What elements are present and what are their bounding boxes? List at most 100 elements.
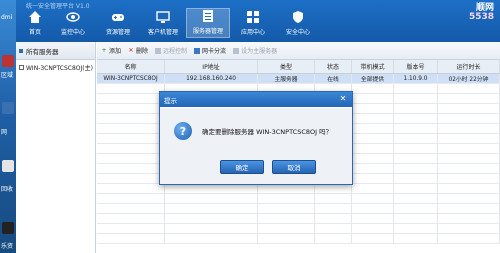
brand-logo: 顺网 5538: [469, 4, 494, 22]
dialog-body: ? 确定要删除服务器 WIN-3CNPTCSC8OJ 吗？ 确定 取消: [160, 108, 352, 184]
col-mode[interactable]: 带机模式: [352, 60, 394, 73]
empty-cell: [394, 124, 438, 133]
desktop-app-icon[interactable]: [2, 55, 14, 67]
empty-cell: [438, 114, 500, 123]
empty-cell: [394, 234, 438, 243]
nav-home[interactable]: 首页: [20, 8, 50, 38]
empty-cell: [165, 214, 258, 223]
empty-cell: [394, 104, 438, 113]
empty-cell: [352, 194, 394, 203]
nav-resources[interactable]: 资源管理: [96, 8, 140, 38]
eye-icon: [66, 12, 80, 22]
server-node-icon: [19, 64, 24, 70]
nav-security-label: 安全中心: [285, 29, 310, 36]
tree-node-server[interactable]: WIN-3CNPTCSC8OJ(主): [16, 60, 95, 74]
delete-button[interactable]: ✕ 删除: [128, 46, 149, 55]
empty-cell: [315, 214, 352, 223]
empty-cell: [438, 154, 500, 163]
cell-uptime: 02小时 22分钟: [438, 74, 500, 83]
empty-cell: [165, 224, 258, 233]
empty-cell: [352, 124, 394, 133]
empty-cell: [258, 234, 315, 243]
empty-cell: [165, 204, 258, 213]
grid-icon: [247, 11, 259, 23]
empty-cell: [394, 204, 438, 213]
col-type[interactable]: 类型: [258, 60, 315, 73]
remote-control-button[interactable]: 远程控制: [155, 46, 187, 55]
nav-monitor[interactable]: 监控中心: [51, 8, 95, 38]
tree-root[interactable]: 所有服务器: [16, 42, 95, 60]
empty-cell: [97, 204, 165, 213]
nav-servers[interactable]: 服务器管理: [186, 8, 230, 38]
gamepad-icon: [112, 14, 124, 21]
toolbar: + 添加 ✕ 删除 远程控制 网卡分流 设为主服务器: [97, 42, 500, 60]
plus-icon: +: [101, 46, 107, 54]
desktop-network-icon[interactable]: [2, 102, 14, 114]
empty-cell: [97, 164, 165, 173]
empty-cell: [394, 194, 438, 203]
desktop-app2-icon[interactable]: [2, 222, 14, 234]
empty-cell: [438, 104, 500, 113]
empty-cell: [438, 174, 500, 183]
empty-cell: [438, 124, 500, 133]
question-icon: ?: [174, 122, 192, 140]
empty-row: [97, 224, 500, 234]
empty-cell: [97, 124, 165, 133]
col-status[interactable]: 状态: [315, 60, 352, 73]
empty-cell: [97, 144, 165, 153]
server-tree: 所有服务器 WIN-3CNPTCSC8OJ(主): [16, 42, 96, 253]
empty-cell: [352, 234, 394, 243]
empty-cell: [394, 224, 438, 233]
empty-cell: [165, 184, 258, 193]
empty-cell: [97, 84, 165, 93]
tree-root-icon: [19, 48, 23, 53]
empty-cell: [97, 214, 165, 223]
desktop-label-area: 区域: [1, 72, 14, 79]
empty-cell: [352, 224, 394, 233]
table-row[interactable]: WIN-3CNPTCSC8OJ 192.168.160.240 主服务器 在线 …: [97, 74, 500, 84]
recycle-bin-icon[interactable]: [2, 160, 14, 172]
empty-cell: [438, 94, 500, 103]
nav-security[interactable]: 安全中心: [276, 8, 320, 38]
col-uptime[interactable]: 运行时长: [438, 60, 500, 73]
set-master-label: 设为主服务器: [241, 48, 278, 55]
empty-cell: [352, 104, 394, 113]
empty-cell: [258, 194, 315, 203]
desktop-label-network: 网: [1, 129, 8, 136]
empty-cell: [438, 224, 500, 233]
col-ip[interactable]: IP地址: [165, 60, 258, 73]
remote-control-label: 远程控制: [163, 48, 188, 55]
empty-cell: [97, 194, 165, 203]
empty-cell: [97, 234, 165, 243]
col-version[interactable]: 版本号: [394, 60, 438, 73]
delete-icon: ✕: [128, 46, 134, 54]
empty-cell: [258, 214, 315, 223]
nav-servers-label: 服务器管理: [192, 28, 223, 35]
empty-cell: [352, 184, 394, 193]
desktop-label-recycle: 回收: [1, 186, 14, 193]
confirm-dialog: 提示 ✕ ? 确定要删除服务器 WIN-3CNPTCSC8OJ 吗？ 确定 取消: [159, 91, 353, 185]
empty-cell: [394, 174, 438, 183]
confirm-button[interactable]: 确定: [220, 160, 264, 174]
empty-cell: [97, 184, 165, 193]
cancel-button[interactable]: 取消: [272, 160, 316, 174]
cell-status: 在线: [315, 74, 352, 83]
empty-cell: [352, 94, 394, 103]
nic-split-button[interactable]: 网卡分流: [194, 46, 226, 55]
nav-apps[interactable]: 应用中心: [231, 8, 275, 38]
close-icon[interactable]: ✕: [338, 94, 348, 104]
empty-cell: [438, 134, 500, 143]
col-name[interactable]: 名称: [97, 60, 165, 73]
empty-cell: [258, 204, 315, 213]
nav-clients[interactable]: 客户机管理: [141, 8, 185, 38]
empty-cell: [438, 204, 500, 213]
shield-icon: [293, 11, 303, 23]
add-button[interactable]: + 添加: [101, 46, 121, 55]
empty-cell: [394, 84, 438, 93]
empty-cell: [394, 214, 438, 223]
empty-cell: [352, 144, 394, 153]
set-master-button[interactable]: 设为主服务器: [233, 46, 277, 55]
empty-cell: [97, 224, 165, 233]
empty-cell: [97, 104, 165, 113]
empty-cell: [352, 214, 394, 223]
